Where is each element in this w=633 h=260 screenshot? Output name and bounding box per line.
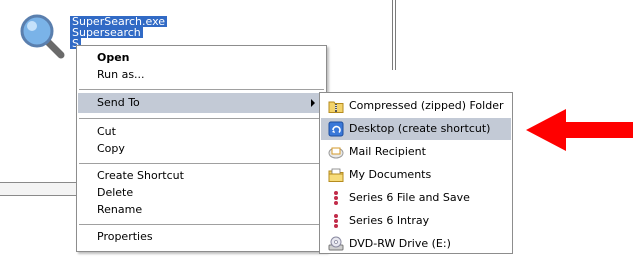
submenu-item-my-documents[interactable]: My Documents xyxy=(321,164,511,186)
menu-item-label: Rename xyxy=(97,203,143,216)
magnifier-icon[interactable] xyxy=(18,12,66,60)
mail-icon xyxy=(328,144,344,160)
menu-item-label: Run as... xyxy=(97,68,145,81)
menu-separator xyxy=(79,89,324,90)
red-arrow-icon xyxy=(526,109,633,151)
menu-item-send-to[interactable]: Send To xyxy=(78,93,325,113)
menu-item-label: Cut xyxy=(97,125,116,138)
desktop-icon xyxy=(328,121,344,137)
submenu-item-mail-recipient[interactable]: Mail Recipient xyxy=(321,141,511,163)
menu-separator xyxy=(79,224,324,225)
submenu-item-series-6-file-and-save[interactable]: Series 6 File and Save xyxy=(321,187,511,209)
submenu-item-dvd-rw-drive[interactable]: DVD-RW Drive (E:) xyxy=(321,233,511,255)
submenu-item-label: Compressed (zipped) Folder xyxy=(349,99,504,112)
submenu-item-label: Desktop (create shortcut) xyxy=(349,122,491,135)
context-menu: Open Run as... Send To Cut Copy Create S… xyxy=(76,45,327,252)
dvd-drive-icon xyxy=(328,236,344,252)
divider xyxy=(395,0,396,70)
file-name-line: Supersearch xyxy=(70,26,143,39)
menu-item-label: Delete xyxy=(97,186,134,199)
submenu-item-label: Series 6 Intray xyxy=(349,214,430,227)
zip-folder-icon xyxy=(328,98,344,114)
background-bar xyxy=(0,182,76,196)
series-icon xyxy=(328,190,344,206)
submenu-item-label: DVD-RW Drive (E:) xyxy=(349,237,451,250)
menu-item-label: Open xyxy=(97,51,130,64)
menu-separator xyxy=(79,118,324,119)
menu-item-label: Create Shortcut xyxy=(97,169,184,182)
submenu-item-compressed-folder[interactable]: Compressed (zipped) Folder xyxy=(321,95,511,117)
menu-item-rename[interactable]: Rename xyxy=(78,200,325,220)
submenu-item-desktop-shortcut[interactable]: Desktop (create shortcut) xyxy=(321,118,511,140)
submenu-arrow-icon xyxy=(311,99,315,107)
menu-item-copy[interactable]: Copy xyxy=(78,139,325,159)
menu-item-label: Copy xyxy=(97,142,125,155)
submenu-item-label: Mail Recipient xyxy=(349,145,426,158)
submenu-item-label: Series 6 File and Save xyxy=(349,191,470,204)
menu-separator xyxy=(79,163,324,164)
documents-folder-icon xyxy=(328,167,344,183)
menu-item-run-as[interactable]: Run as... xyxy=(78,65,325,85)
menu-item-label: Send To xyxy=(97,96,140,109)
divider xyxy=(392,0,393,70)
submenu-item-label: My Documents xyxy=(349,168,432,181)
menu-item-properties[interactable]: Properties xyxy=(78,227,325,247)
menu-item-label: Properties xyxy=(97,230,153,243)
send-to-submenu: Compressed (zipped) Folder Desktop (crea… xyxy=(319,92,513,254)
series-icon xyxy=(328,213,344,229)
submenu-item-series-6-intray[interactable]: Series 6 Intray xyxy=(321,210,511,232)
